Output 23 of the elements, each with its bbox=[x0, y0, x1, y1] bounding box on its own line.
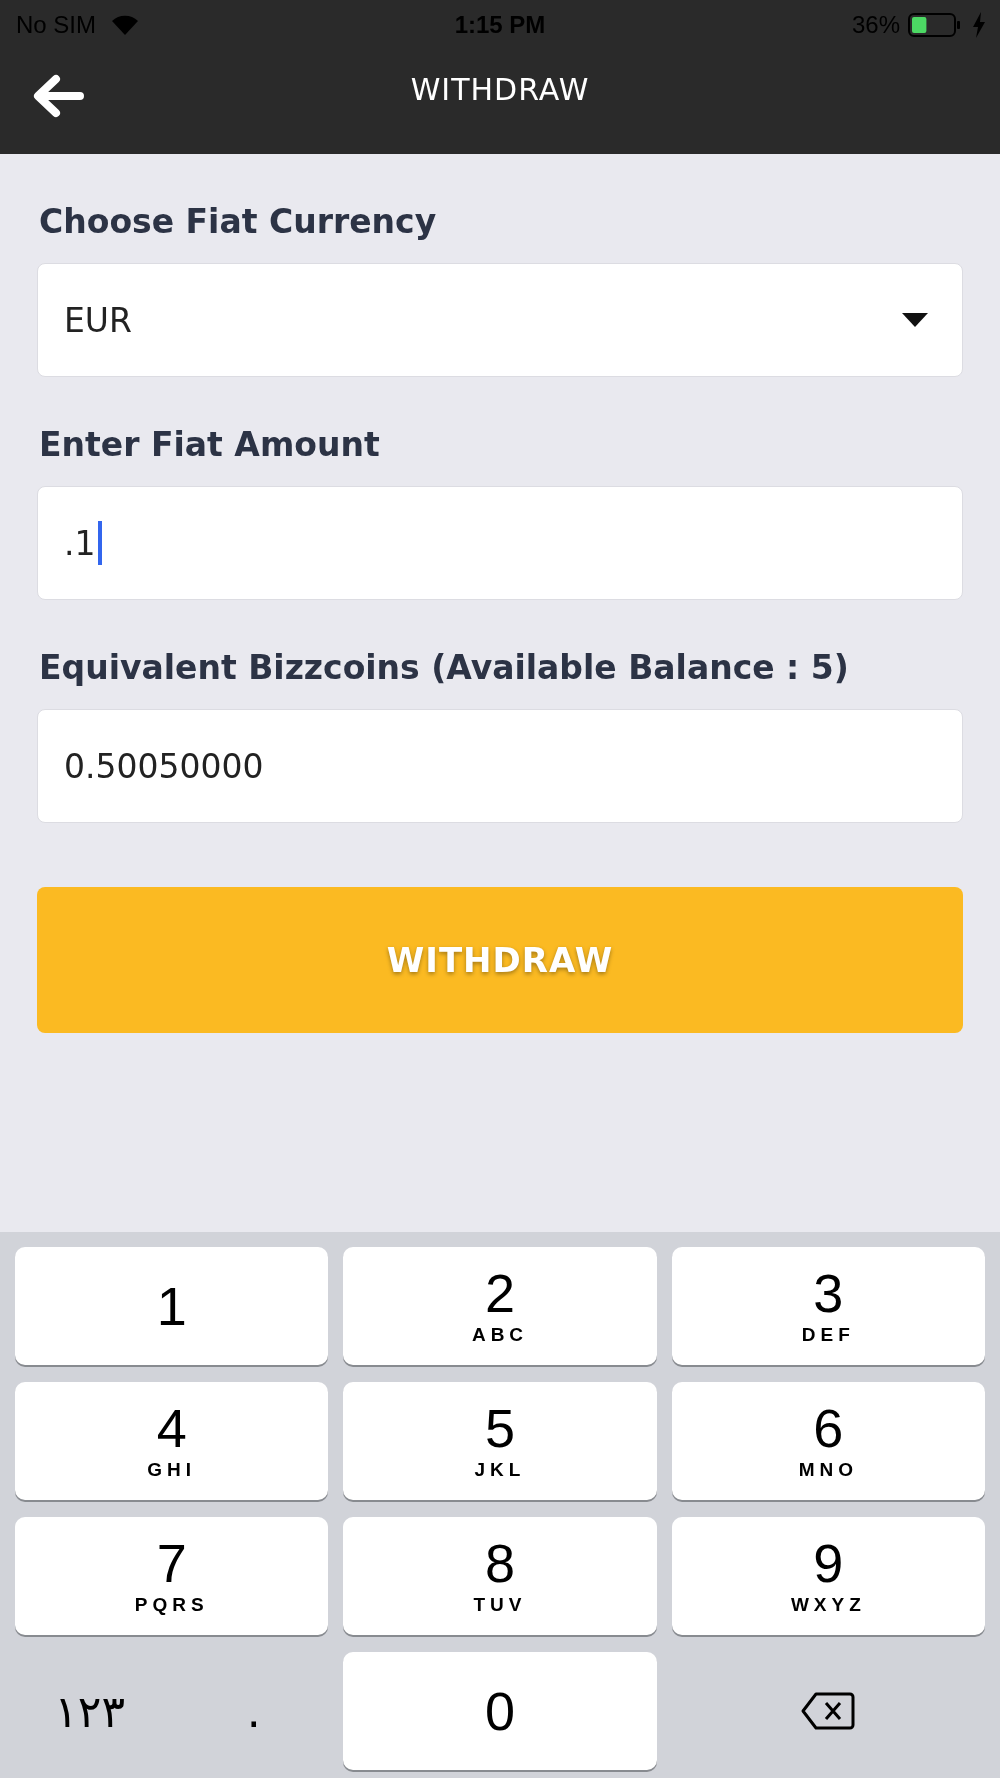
keypad-key[interactable]: 2 ABC bbox=[343, 1247, 657, 1365]
field-label: Choose Fiat Currency bbox=[39, 202, 438, 241]
keypad-key[interactable]: 9 WXYZ bbox=[671, 1517, 985, 1635]
keypad-key[interactable]: . bbox=[179, 1652, 329, 1770]
input-field[interactable]: 0.50050000 bbox=[37, 709, 963, 823]
keypad-key[interactable]: 4 GHI bbox=[15, 1382, 329, 1500]
wifi-icon bbox=[110, 14, 140, 36]
keypad-key[interactable]: 3 DEF bbox=[671, 1247, 985, 1365]
back-arrow-icon[interactable] bbox=[32, 74, 84, 118]
keypad-key[interactable]: 6 MNO bbox=[671, 1382, 985, 1500]
keypad-key[interactable]: 8 TUV bbox=[343, 1517, 657, 1635]
dropdown-caret-icon bbox=[902, 313, 928, 327]
currency-select[interactable]: EUR bbox=[37, 263, 963, 377]
keypad-key[interactable]: 5 JKL bbox=[343, 1382, 657, 1500]
keypad-key[interactable]: ١٢٣ bbox=[15, 1652, 165, 1770]
keypad-key[interactable]: 0 bbox=[343, 1652, 657, 1770]
keypad-key[interactable]: 1 bbox=[15, 1247, 329, 1365]
screen-title: WITHDRAW bbox=[410, 72, 590, 107]
field-label: Enter Fiat Amount bbox=[39, 425, 381, 464]
keypad-key[interactable]: 7 PQRS bbox=[15, 1517, 329, 1635]
input-field[interactable]: .1 bbox=[37, 486, 963, 600]
backspace-icon[interactable] bbox=[800, 1691, 857, 1731]
field-label: Equivalent Bizzcoins (Available Balance : 5) bbox=[39, 648, 850, 687]
